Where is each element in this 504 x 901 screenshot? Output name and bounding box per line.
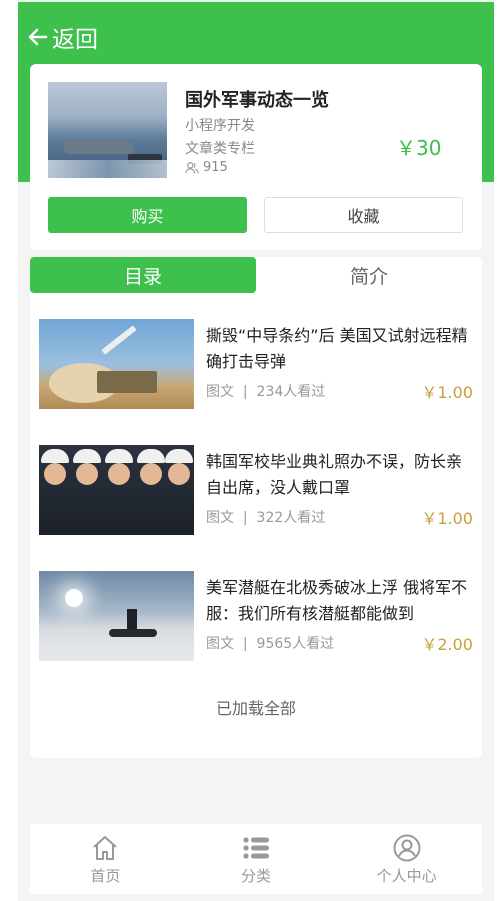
article-thumbnail <box>39 445 194 535</box>
favorite-button[interactable]: 收藏 <box>264 197 463 233</box>
bottom-tabbar: 首页 分类 个人中心 <box>30 824 482 894</box>
article-price: ￥1.00 <box>421 509 473 528</box>
product-views-count: 915 <box>203 160 228 175</box>
app-screen: 返回 国外军事动态一览 小程序开发 文章类专栏 915 ￥30 购买 收藏 目录… <box>18 0 494 901</box>
article-thumbnail <box>39 571 194 661</box>
product-cover-image <box>48 82 167 178</box>
list-item[interactable]: 韩国军校毕业典礼照办不误，防长亲自出席，没人戴口罩 图文 | 322人看过 ￥1… <box>39 445 473 535</box>
tabbar-label-home: 首页 <box>90 866 121 885</box>
article-meta: 图文 | 9565人看过 <box>206 636 335 652</box>
article-thumbnail <box>39 319 194 409</box>
article-meta: 图文 | 322人看过 <box>206 510 326 526</box>
tabbar-item-category[interactable]: 分类 <box>181 824 332 894</box>
article-price: ￥2.00 <box>421 635 473 654</box>
list-item[interactable]: 撕毁“中导条约”后 美国又试射远程精确打击导弹 图文 | 234人看过 ￥1.0… <box>39 319 473 409</box>
article-title: 撕毁“中导条约”后 美国又试射远程精确打击导弹 <box>206 326 468 371</box>
home-icon <box>93 835 118 860</box>
article-meta: 图文 | 234人看过 <box>206 384 326 400</box>
status-line <box>18 0 494 2</box>
product-author: 小程序开发 <box>185 118 255 134</box>
buy-button[interactable]: 购买 <box>48 197 247 233</box>
content-tabs: 目录 简介 <box>30 257 482 293</box>
people-icon <box>185 161 199 173</box>
product-category: 文章类专栏 <box>185 141 255 157</box>
user-icon <box>393 834 421 861</box>
article-list: 撕毁“中导条约”后 美国又试射远程精确打击导弹 图文 | 234人看过 ￥1.0… <box>30 293 482 758</box>
article-title: 美军潜艇在北极秀破冰上浮 俄将军不服：我们所有核潜艇都能做到 <box>206 578 468 623</box>
product-card: 国外军事动态一览 小程序开发 文章类专栏 915 ￥30 购买 收藏 <box>30 64 482 250</box>
tabbar-label-category: 分类 <box>241 866 272 885</box>
tab-catalog[interactable]: 目录 <box>30 257 256 293</box>
tab-intro[interactable]: 简介 <box>256 257 482 293</box>
product-views: 915 <box>185 160 228 175</box>
back-button[interactable]: 返回 <box>26 20 98 54</box>
product-title: 国外军事动态一览 <box>185 90 329 111</box>
list-item[interactable]: 美军潜艇在北极秀破冰上浮 俄将军不服：我们所有核潜艇都能做到 图文 | 9565… <box>39 571 473 661</box>
list-icon <box>243 836 269 859</box>
article-title: 韩国军校毕业典礼照办不误，防长亲自出席，没人戴口罩 <box>206 452 463 497</box>
tabbar-item-profile[interactable]: 个人中心 <box>331 824 482 894</box>
tabbar-label-profile: 个人中心 <box>376 866 437 885</box>
article-price: ￥1.00 <box>421 383 473 402</box>
arrow-left-icon <box>28 28 48 46</box>
loaded-all-text: 已加载全部 <box>215 699 296 718</box>
back-label: 返回 <box>52 27 98 53</box>
tabbar-item-home[interactable]: 首页 <box>30 824 181 894</box>
product-price: ￥30 <box>396 136 442 160</box>
